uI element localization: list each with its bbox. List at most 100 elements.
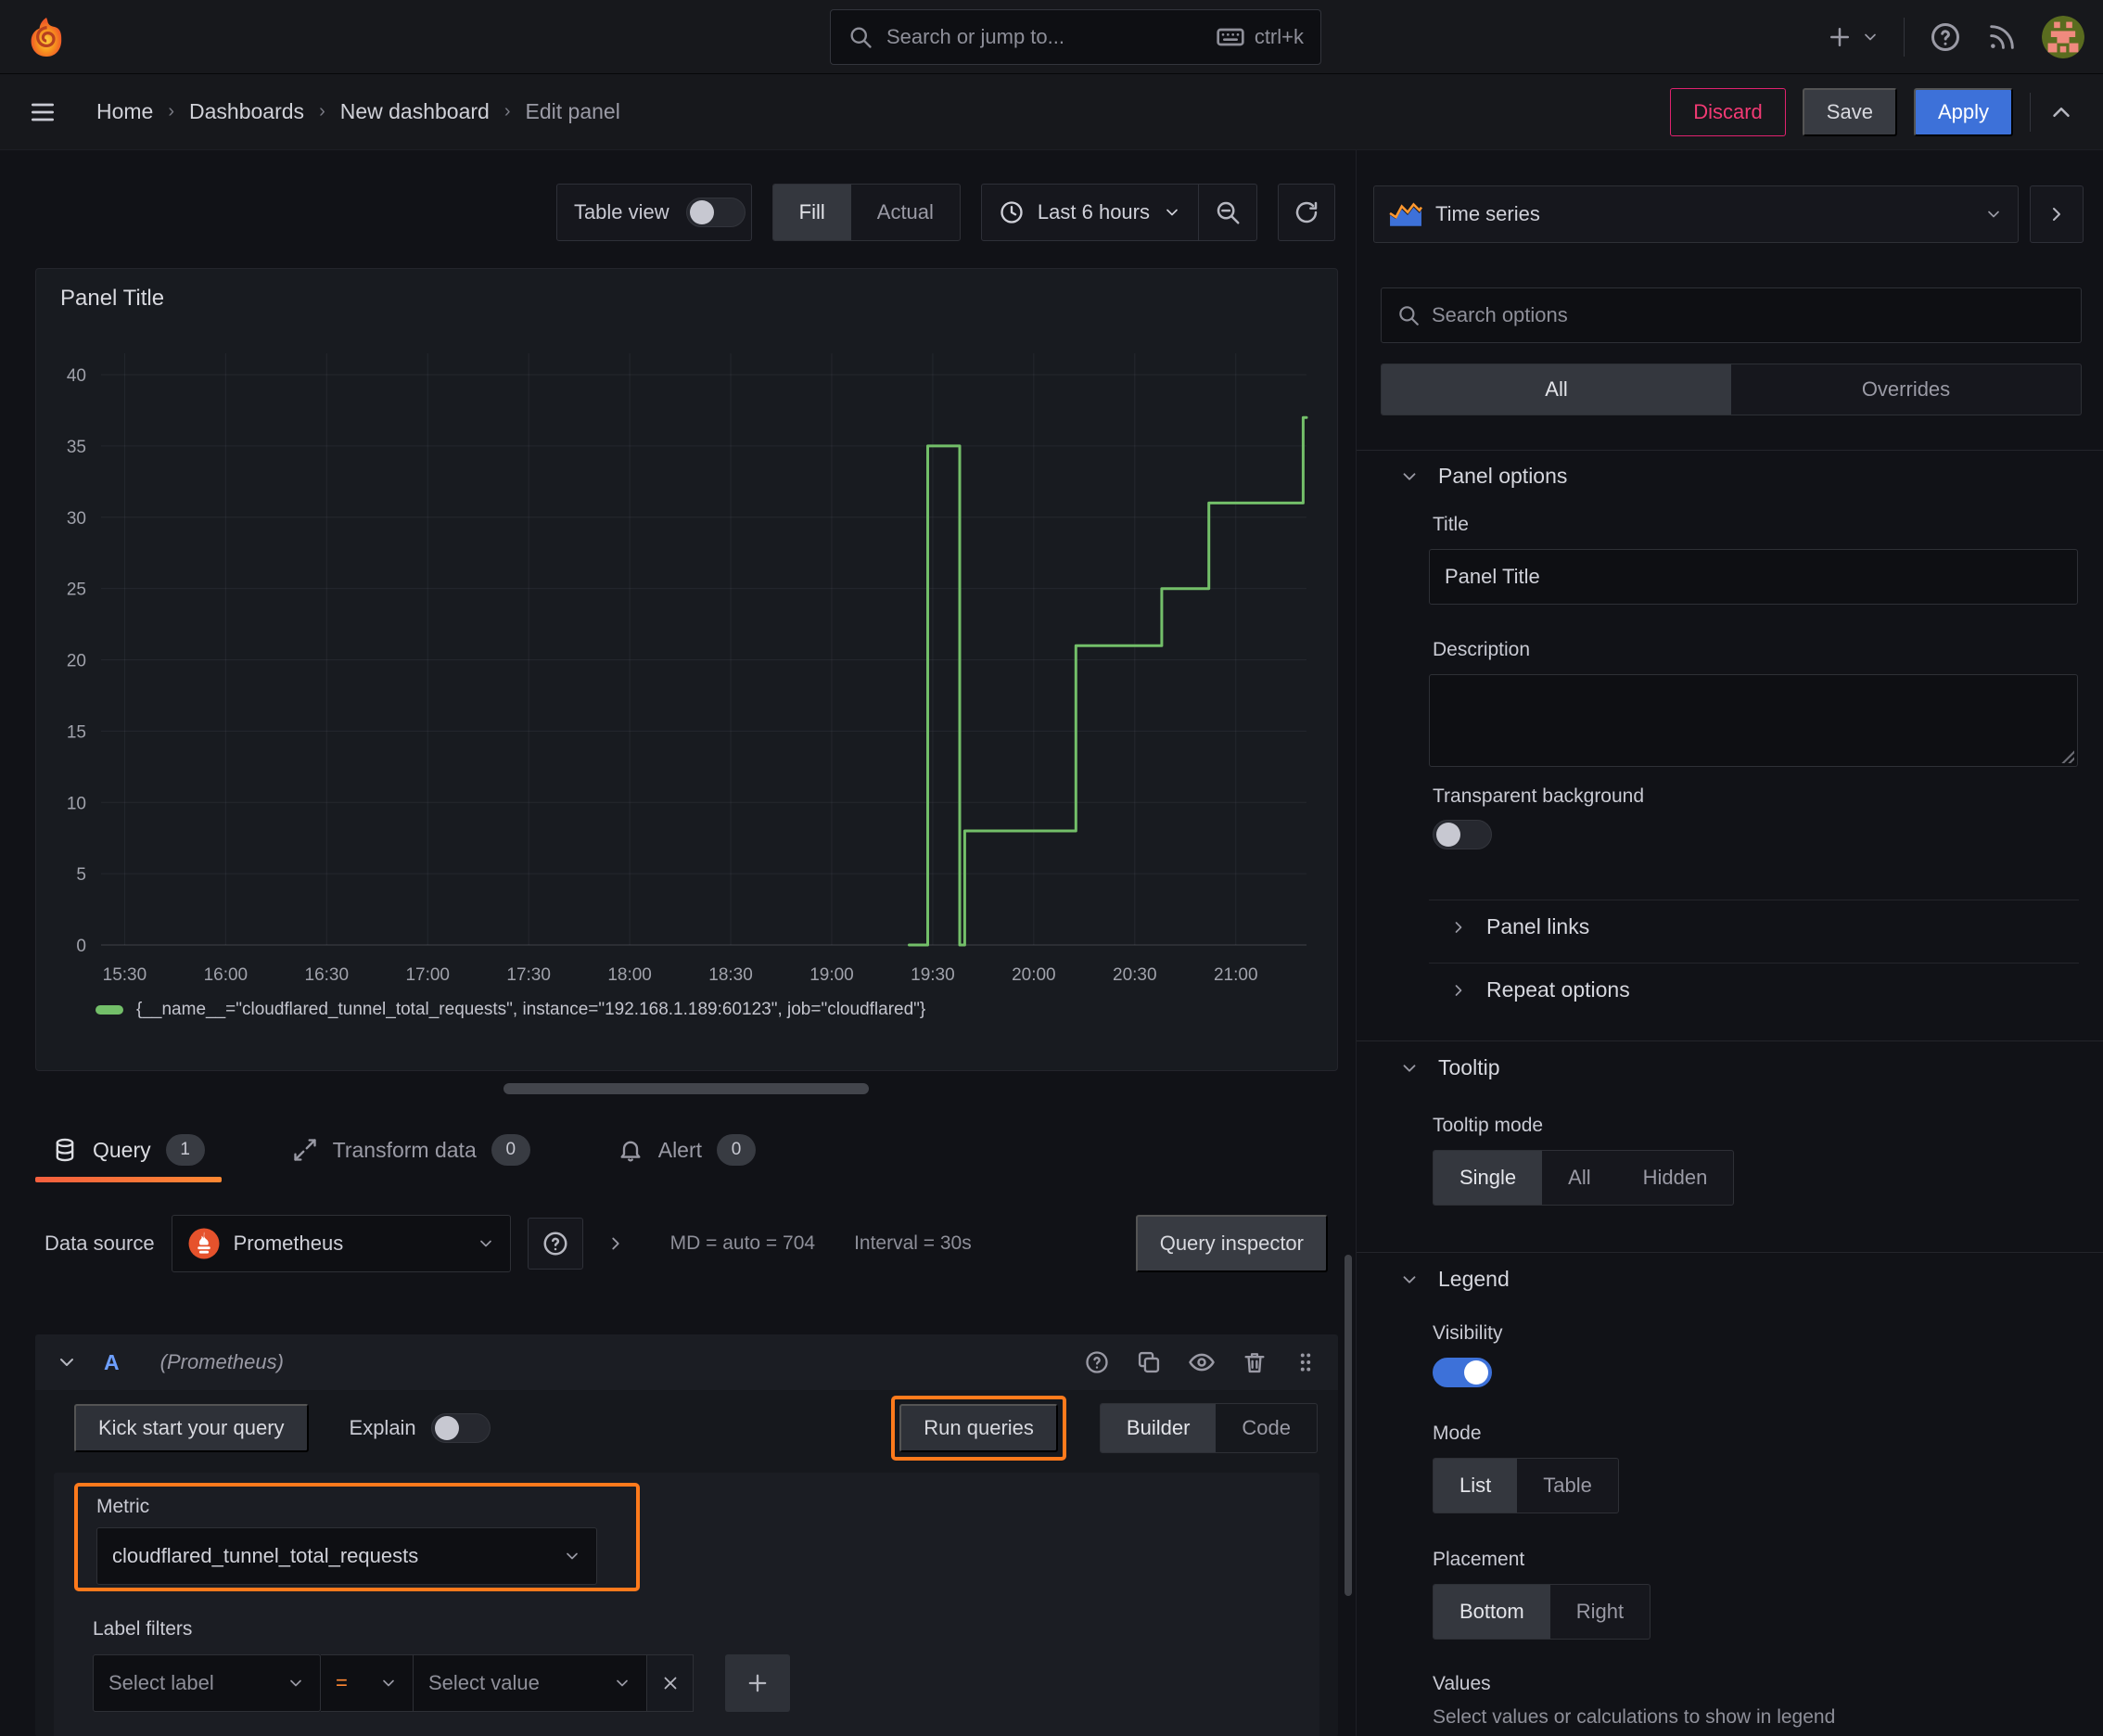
breadcrumb-separator: › (503, 101, 511, 121)
explain-label: Explain (349, 1416, 416, 1439)
svg-text:16:30: 16:30 (305, 965, 350, 985)
max-datapoints-stat: MD = auto = 704 (669, 1232, 816, 1254)
transparent-bg-toggle[interactable] (1433, 820, 1492, 849)
query-editor-card: A (Prometheus) Kick start your query Exp… (35, 1334, 1338, 1736)
svg-text:15:30: 15:30 (103, 965, 147, 985)
refresh-button[interactable] (1278, 184, 1335, 241)
legend-placement-right-option[interactable]: Right (1550, 1585, 1650, 1639)
chart-svg[interactable]: 0 5 10 15 20 25 30 35 40 15:30 16:00 16:30 17:00 17:3… (36, 269, 1339, 1002)
query-inspector-button[interactable]: Query inspector (1135, 1215, 1328, 1272)
legend-placement-bottom-option[interactable]: Bottom (1434, 1585, 1550, 1639)
legend-values-label: Values (1433, 1673, 1491, 1694)
plus-icon (748, 1674, 767, 1692)
tab-alert[interactable]: Alert 0 (601, 1117, 772, 1182)
expand-options-chevron[interactable] (605, 1233, 626, 1254)
duplicate-query-icon[interactable] (1136, 1349, 1162, 1375)
left-pane-scrollbar[interactable] (1345, 1255, 1352, 1596)
collapse-options-pane-button[interactable] (2030, 185, 2084, 243)
search-options-input[interactable]: Search options (1381, 287, 2082, 343)
kick-start-query-button[interactable]: Kick start your query (74, 1404, 309, 1452)
legend-mode-label: Mode (1433, 1423, 1482, 1444)
visualization-picker[interactable]: Time series (1373, 185, 2019, 243)
breadcrumb-dashboards[interactable]: Dashboards (189, 99, 304, 124)
filter-all-option[interactable]: All (1382, 364, 1731, 415)
table-view-label: Table view (573, 200, 669, 223)
search-options-placeholder: Search options (1432, 303, 1568, 326)
panel-links-section[interactable]: Panel links (1449, 914, 1589, 939)
legend-section-title: Legend (1438, 1267, 1510, 1291)
row-divider (1429, 963, 2079, 964)
datasource-picker[interactable]: Prometheus (171, 1215, 511, 1272)
description-textarea[interactable] (1429, 674, 2078, 767)
panel-options-section-header[interactable]: Panel options (1399, 464, 1567, 489)
tab-query[interactable]: Query 1 (35, 1117, 222, 1182)
tooltip-all-option[interactable]: All (1542, 1151, 1616, 1205)
datasource-help-button[interactable] (527, 1218, 583, 1270)
chevron-down-icon (290, 1679, 301, 1687)
actual-option[interactable]: Actual (851, 185, 960, 240)
svg-text:21:00: 21:00 (1214, 965, 1258, 985)
explain-toggle[interactable] (430, 1413, 491, 1443)
select-value-dropdown[interactable]: Select value (414, 1654, 647, 1712)
new-menu-button[interactable] (1826, 23, 1880, 51)
builder-option[interactable]: Builder (1100, 1404, 1217, 1452)
tooltip-section-header[interactable]: Tooltip (1399, 1055, 1499, 1080)
avatar[interactable] (2042, 16, 2084, 58)
code-option[interactable]: Code (1216, 1404, 1317, 1452)
legend-series-label[interactable]: {__name__="cloudflared_tunnel_total_requ… (136, 1000, 925, 1020)
operator-dropdown[interactable]: = (321, 1654, 414, 1712)
transparent-bg-label: Transparent background (1433, 785, 1645, 807)
tooltip-hidden-option[interactable]: Hidden (1617, 1151, 1734, 1205)
collapse-header-button[interactable] (2047, 98, 2075, 126)
legend-mode-table-option[interactable]: Table (1517, 1459, 1618, 1513)
news-button[interactable] (1986, 21, 2018, 53)
legend-series-swatch[interactable] (96, 1005, 123, 1015)
legend-visibility-toggle[interactable] (1433, 1358, 1492, 1387)
table-view-toggle[interactable] (685, 198, 746, 227)
tab-query-count: 1 (165, 1134, 205, 1166)
repeat-options-label: Repeat options (1486, 977, 1630, 1002)
drag-query-handle-icon[interactable] (1294, 1350, 1318, 1374)
toggle-visibility-icon[interactable] (1188, 1348, 1216, 1376)
run-queries-button[interactable]: Run queries (899, 1404, 1058, 1452)
tab-transform-label: Transform data (332, 1137, 477, 1162)
save-button[interactable]: Save (1802, 87, 1897, 136)
breadcrumb-new-dashboard[interactable]: New dashboard (340, 99, 490, 124)
panel-resize-handle[interactable] (503, 1083, 869, 1094)
time-range-button[interactable]: Last 6 hours (982, 199, 1198, 225)
visualization-value: Time series (1435, 202, 1540, 225)
search-shortcut: ctrl+k (1254, 25, 1304, 48)
apply-button[interactable]: Apply (1913, 87, 2013, 136)
help-button[interactable] (1929, 20, 1962, 54)
tooltip-single-option[interactable]: Single (1434, 1151, 1543, 1205)
query-row-header[interactable]: A (Prometheus) (35, 1334, 1338, 1390)
metric-value: cloudflared_tunnel_total_requests (112, 1544, 419, 1567)
panel-options-sidebar: Time series Search options All Overrides… (1357, 150, 2103, 1736)
query-help-icon[interactable] (1084, 1349, 1110, 1375)
svg-text:18:30: 18:30 (708, 965, 753, 985)
textarea-resize-handle[interactable] (2059, 748, 2074, 763)
delete-query-icon[interactable] (1242, 1349, 1268, 1375)
svg-text:19:00: 19:00 (809, 965, 854, 985)
grafana-logo[interactable] (24, 15, 69, 59)
collapse-query-chevron-icon[interactable] (56, 1351, 78, 1373)
panel-title-input[interactable]: Panel Title (1429, 549, 2078, 605)
select-label-dropdown[interactable]: Select label (93, 1654, 321, 1712)
remove-filter-button[interactable] (647, 1654, 694, 1712)
repeat-options-section[interactable]: Repeat options (1449, 977, 1630, 1002)
metric-select[interactable]: cloudflared_tunnel_total_requests (96, 1527, 597, 1585)
global-search-input[interactable]: Search or jump to... ctrl+k (830, 9, 1321, 65)
zoom-out-button[interactable] (1199, 198, 1256, 226)
mega-menu-toggle[interactable] (28, 97, 57, 127)
legend-mode-list-option[interactable]: List (1434, 1459, 1518, 1513)
tab-transform-data[interactable]: Transform data 0 (275, 1117, 547, 1182)
transform-icon (293, 1139, 316, 1161)
discard-button[interactable]: Discard (1670, 87, 1786, 136)
breadcrumb-home[interactable]: Home (96, 99, 153, 124)
svg-text:19:30: 19:30 (911, 965, 955, 985)
fill-option[interactable]: Fill (772, 185, 851, 240)
add-filter-button[interactable] (725, 1654, 790, 1712)
legend-section-header[interactable]: Legend (1399, 1267, 1510, 1292)
filter-overrides-option[interactable]: Overrides (1731, 364, 2081, 415)
breadcrumb-edit-panel: Edit panel (525, 99, 620, 123)
